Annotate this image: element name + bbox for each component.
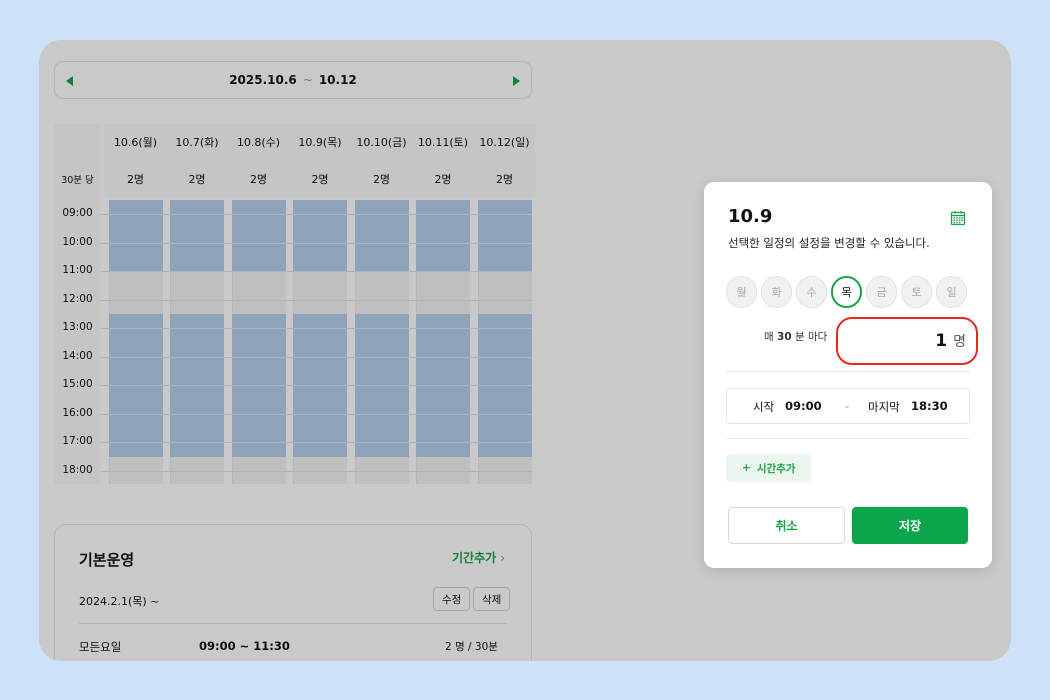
time-label: 16:00 [62, 406, 93, 419]
cancel-button[interactable]: 취소 [728, 507, 845, 544]
dialog-divider [726, 438, 970, 439]
available-time-block[interactable] [108, 200, 163, 272]
dialog-title: 10.9 [728, 206, 773, 227]
add-time-button[interactable]: + 시간추가 [726, 454, 812, 482]
week-range-separator: ~ [302, 73, 313, 87]
prev-week-arrow-icon[interactable] [66, 76, 73, 86]
day-header[interactable]: 10.9(목) [289, 124, 351, 160]
weekday-selector: 월화수목금토일 [726, 276, 967, 308]
grid-line [101, 299, 532, 301]
base-operation-divider [79, 623, 507, 624]
time-range-separator: - [845, 399, 850, 413]
interval-suffix: 분 마다 [794, 331, 828, 343]
time-label: 17:00 [62, 435, 93, 447]
available-time-block[interactable] [231, 200, 286, 272]
day-capacity: 2명 [104, 160, 167, 198]
chevron-right-icon: › [500, 550, 505, 565]
grid-line [101, 385, 532, 386]
time-label: 14:00 [62, 349, 93, 362]
grid-line [101, 271, 532, 272]
grid-line [101, 442, 532, 443]
weekday-pill[interactable]: 목 [831, 276, 862, 308]
plus-icon: + [742, 462, 751, 474]
capacity-value: 1 [935, 331, 948, 351]
base-operation-date: 2024.2.1(목) ~ [79, 595, 160, 608]
weekday-pill[interactable]: 화 [761, 276, 792, 308]
time-label: 11:00 [62, 264, 93, 276]
time-label: 09:00 [62, 207, 93, 219]
time-label: 12:00 [62, 292, 93, 305]
day-header[interactable]: 10.11(토) [412, 124, 474, 160]
day-header[interactable]: 10.7(화) [166, 124, 228, 160]
capacity-unit: 명 [953, 334, 966, 350]
week-navigator: 2025.10.6 ~ 10.12 [54, 61, 532, 99]
end-label: 마지막 [868, 400, 900, 414]
available-time-block[interactable] [293, 200, 347, 272]
base-row-hours: 09:00 ~ 11:30 [199, 639, 290, 653]
start-label: 시작 [753, 400, 775, 414]
grid-line [101, 356, 532, 358]
time-label: 18:00 [62, 463, 93, 476]
weekday-pill[interactable]: 월 [726, 276, 757, 308]
available-time-block[interactable] [477, 200, 532, 272]
day-capacity: 2명 [227, 160, 290, 198]
day-capacity: 2명 [289, 160, 351, 198]
available-time-block[interactable] [170, 200, 224, 272]
end-time[interactable]: 18:30 [911, 399, 948, 413]
base-operation-card: 기본운영 기간추가 › 2024.2.1(목) ~ 수정 삭제 모든요일 09:… [54, 524, 532, 661]
week-range: 2025.10.6 ~ 10.12 [229, 73, 357, 87]
base-row-capacity: 2 명 / 30분 [445, 641, 498, 653]
time-label: 13:00 [62, 321, 93, 333]
save-button[interactable]: 저장 [852, 507, 968, 544]
time-label: 10:00 [62, 235, 93, 248]
time-range-field[interactable]: 시작 09:00 - 마지막 18:30 [726, 388, 970, 424]
interval-label: 매 30 분 마다 [764, 329, 827, 344]
week-end: 10.12 [318, 73, 357, 87]
grid-line [101, 242, 532, 244]
dialog-divider [726, 371, 970, 372]
capacity-row-label: 30분 당 [61, 175, 94, 186]
base-operation-title: 기본운영 [79, 551, 135, 569]
weekday-pill[interactable]: 토 [901, 276, 932, 308]
available-time-block[interactable] [416, 200, 470, 272]
interval-value: 30 [777, 331, 792, 343]
add-time-label: 시간추가 [756, 462, 796, 475]
weekday-pill[interactable]: 수 [796, 276, 827, 308]
grid-line [101, 328, 532, 329]
day-capacity: 2명 [473, 160, 536, 198]
edit-button[interactable]: 수정 [433, 587, 471, 611]
day-header[interactable]: 10.12(일) [473, 124, 536, 160]
dialog-description: 선택한 일정의 설정을 변경할 수 있습니다. [728, 236, 930, 250]
calendar-icon[interactable] [950, 210, 966, 226]
time-label: 15:00 [62, 378, 93, 390]
schedule-edit-dialog: 10.9 선택한 일정의 설정을 변경할 수 있습니다. 월화수목금토일 매 3… [704, 182, 992, 568]
weekday-pill[interactable]: 일 [936, 276, 967, 308]
capacity-input[interactable]: 1 명 [836, 317, 978, 365]
day-capacity: 2명 [166, 160, 228, 198]
grid-line [101, 470, 532, 472]
grid-line [101, 214, 532, 215]
start-time[interactable]: 09:00 [785, 399, 822, 413]
weekday-pill[interactable]: 금 [866, 276, 897, 308]
day-capacity: 2명 [350, 160, 413, 198]
next-week-arrow-icon[interactable] [513, 76, 520, 86]
available-time-block[interactable] [354, 200, 409, 272]
delete-button[interactable]: 삭제 [473, 587, 511, 611]
day-header[interactable]: 10.6(월) [104, 124, 167, 160]
add-period-label: 기간추가 [452, 551, 497, 565]
base-row-days: 모든요일 [79, 640, 122, 654]
week-start: 2025.10.6 [229, 73, 297, 87]
interval-prefix: 매 [764, 331, 774, 343]
day-capacity: 2명 [412, 160, 474, 198]
add-period-link[interactable]: 기간추가 › [452, 549, 505, 566]
grid-line [101, 413, 532, 415]
schedule-grid: 30분 당 10.6(월) 2명 10.7(화) 2명 10.8(수) 2명 10.9(목)… [54, 124, 536, 484]
day-header[interactable]: 10.10(금) [350, 124, 413, 160]
day-header[interactable]: 10.8(수) [227, 124, 290, 160]
